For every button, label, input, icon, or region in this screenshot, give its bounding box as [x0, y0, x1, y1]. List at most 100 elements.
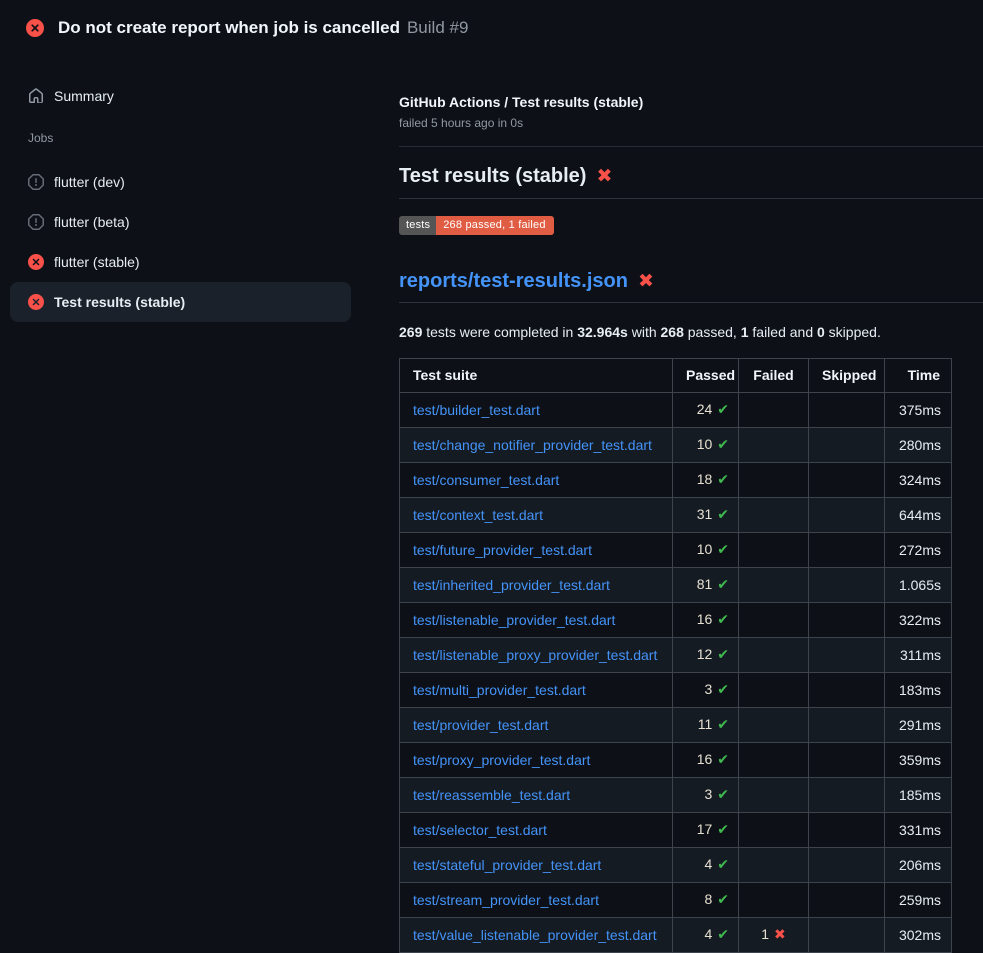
failed-cell [739, 603, 809, 638]
failed-cell [739, 393, 809, 428]
time-cell: 302ms [885, 918, 952, 953]
test-suite-link[interactable]: test/listenable_proxy_provider_test.dart [413, 647, 657, 663]
skipped-cell [809, 918, 885, 953]
check-icon: ✔ [717, 787, 729, 803]
count-value: 11 [698, 716, 713, 732]
skipped-cell [809, 673, 885, 708]
suite-cell: test/value_listenable_provider_test.dart [400, 918, 673, 953]
sidebar-summary-label: Summary [54, 88, 114, 104]
test-suite-link[interactable]: test/proxy_provider_test.dart [413, 752, 590, 768]
x-circle-fill-icon [28, 254, 44, 270]
sidebar-item-flutter-beta[interactable]: flutter (beta) [10, 202, 351, 242]
suite-cell: test/selector_test.dart [400, 813, 673, 848]
total-count: 269 [399, 324, 422, 340]
x-circle-fill-icon [26, 19, 44, 37]
skipped-cell [809, 813, 885, 848]
time-cell: 322ms [885, 603, 952, 638]
check-icon: ✔ [717, 647, 729, 663]
job-label: Test results (stable) [54, 294, 185, 310]
passed-cell: 10✔ [673, 428, 739, 463]
time-cell: 331ms [885, 813, 952, 848]
passed-cell: 3✔ [673, 673, 739, 708]
passed-cell: 31✔ [673, 498, 739, 533]
suite-cell: test/consumer_test.dart [400, 463, 673, 498]
test-suite-link[interactable]: test/provider_test.dart [413, 717, 548, 733]
failed-cell [739, 743, 809, 778]
sidebar-item-summary[interactable]: Summary [10, 78, 351, 114]
jobs-sidebar: Summary Jobs flutter (dev) flutter (beta… [0, 56, 399, 322]
table-row: test/value_listenable_provider_test.dart… [400, 918, 952, 953]
table-row: test/reassemble_test.dart3✔185ms [400, 778, 952, 813]
failed-count: 1 [741, 324, 749, 340]
time-cell: 375ms [885, 393, 952, 428]
time-cell: 1.065s [885, 568, 952, 603]
report-file-link[interactable]: reports/test-results.json [399, 270, 628, 292]
count-value: 16 [697, 611, 713, 627]
table-row: test/builder_test.dart24✔375ms [400, 393, 952, 428]
badge-value: 268 passed, 1 failed [436, 216, 553, 235]
test-suite-link[interactable]: test/context_test.dart [413, 507, 543, 523]
table-row: test/provider_test.dart11✔291ms [400, 708, 952, 743]
skipped-cell [809, 778, 885, 813]
skipped-cell [809, 533, 885, 568]
time-cell: 206ms [885, 848, 952, 883]
count-value: 8 [704, 891, 712, 907]
test-suite-link[interactable]: test/consumer_test.dart [413, 472, 559, 488]
time-cell: 272ms [885, 533, 952, 568]
build-number: Build #9 [407, 18, 468, 38]
sidebar-item-test-results-stable[interactable]: Test results (stable) [10, 282, 351, 322]
skipped-cell [809, 498, 885, 533]
passed-cell: 81✔ [673, 568, 739, 603]
suite-cell: test/reassemble_test.dart [400, 778, 673, 813]
test-suite-link[interactable]: test/future_provider_test.dart [413, 542, 592, 558]
col-header-time: Time [885, 359, 952, 393]
time-cell: 311ms [885, 638, 952, 673]
stop-icon [28, 174, 44, 190]
test-suite-link[interactable]: test/listenable_provider_test.dart [413, 612, 615, 628]
failed-cell: 1✖ [739, 918, 809, 953]
count-value: 10 [697, 541, 713, 557]
results-table-body: test/builder_test.dart24✔375mstest/chang… [400, 393, 952, 953]
test-suite-link[interactable]: test/stream_provider_test.dart [413, 892, 599, 908]
check-icon: ✔ [717, 437, 729, 453]
test-suite-link[interactable]: test/change_notifier_provider_test.dart [413, 437, 652, 453]
failed-cell [739, 568, 809, 603]
passed-cell: 4✔ [673, 848, 739, 883]
test-suite-link[interactable]: test/reassemble_test.dart [413, 787, 570, 803]
test-suite-link[interactable]: test/multi_provider_test.dart [413, 682, 586, 698]
time-cell: 291ms [885, 708, 952, 743]
sidebar-item-flutter-dev[interactable]: flutter (dev) [10, 162, 351, 202]
failed-cell [739, 638, 809, 673]
job-label: flutter (beta) [54, 214, 129, 230]
failed-cell [739, 428, 809, 463]
skipped-cell [809, 883, 885, 918]
time-cell: 185ms [885, 778, 952, 813]
time-cell: 644ms [885, 498, 952, 533]
check-run-output: GitHub Actions / Test results (stable) f… [399, 56, 983, 953]
test-suite-link[interactable]: test/inherited_provider_test.dart [413, 577, 610, 593]
test-suite-link[interactable]: test/value_listenable_provider_test.dart [413, 927, 657, 943]
failed-cell [739, 708, 809, 743]
passed-cell: 8✔ [673, 883, 739, 918]
time-cell: 280ms [885, 428, 952, 463]
suite-cell: test/change_notifier_provider_test.dart [400, 428, 673, 463]
cross-icon: ✖ [774, 927, 786, 943]
table-row: test/change_notifier_provider_test.dart 1… [400, 428, 952, 463]
run-status-text: failed 5 hours ago in 0s [399, 115, 983, 132]
home-icon [28, 88, 44, 104]
failed-cell [739, 463, 809, 498]
table-row: test/listenable_proxy_provider_test.dart… [400, 638, 952, 673]
test-suite-link[interactable]: test/stateful_provider_test.dart [413, 857, 601, 873]
test-suite-link[interactable]: test/selector_test.dart [413, 822, 547, 838]
test-suite-link[interactable]: test/builder_test.dart [413, 402, 540, 418]
suite-cell: test/listenable_proxy_provider_test.dart [400, 638, 673, 673]
table-row: test/future_provider_test.dart10✔272ms [400, 533, 952, 568]
suite-cell: test/stream_provider_test.dart [400, 883, 673, 918]
table-row: test/stream_provider_test.dart8✔259ms [400, 883, 952, 918]
table-row: test/multi_provider_test.dart3✔183ms [400, 673, 952, 708]
failed-cross-icon: ✖ [638, 270, 654, 292]
job-label: flutter (dev) [54, 174, 125, 190]
passed-cell: 16✔ [673, 743, 739, 778]
count-value: 12 [697, 646, 713, 662]
sidebar-item-flutter-stable[interactable]: flutter (stable) [10, 242, 351, 282]
